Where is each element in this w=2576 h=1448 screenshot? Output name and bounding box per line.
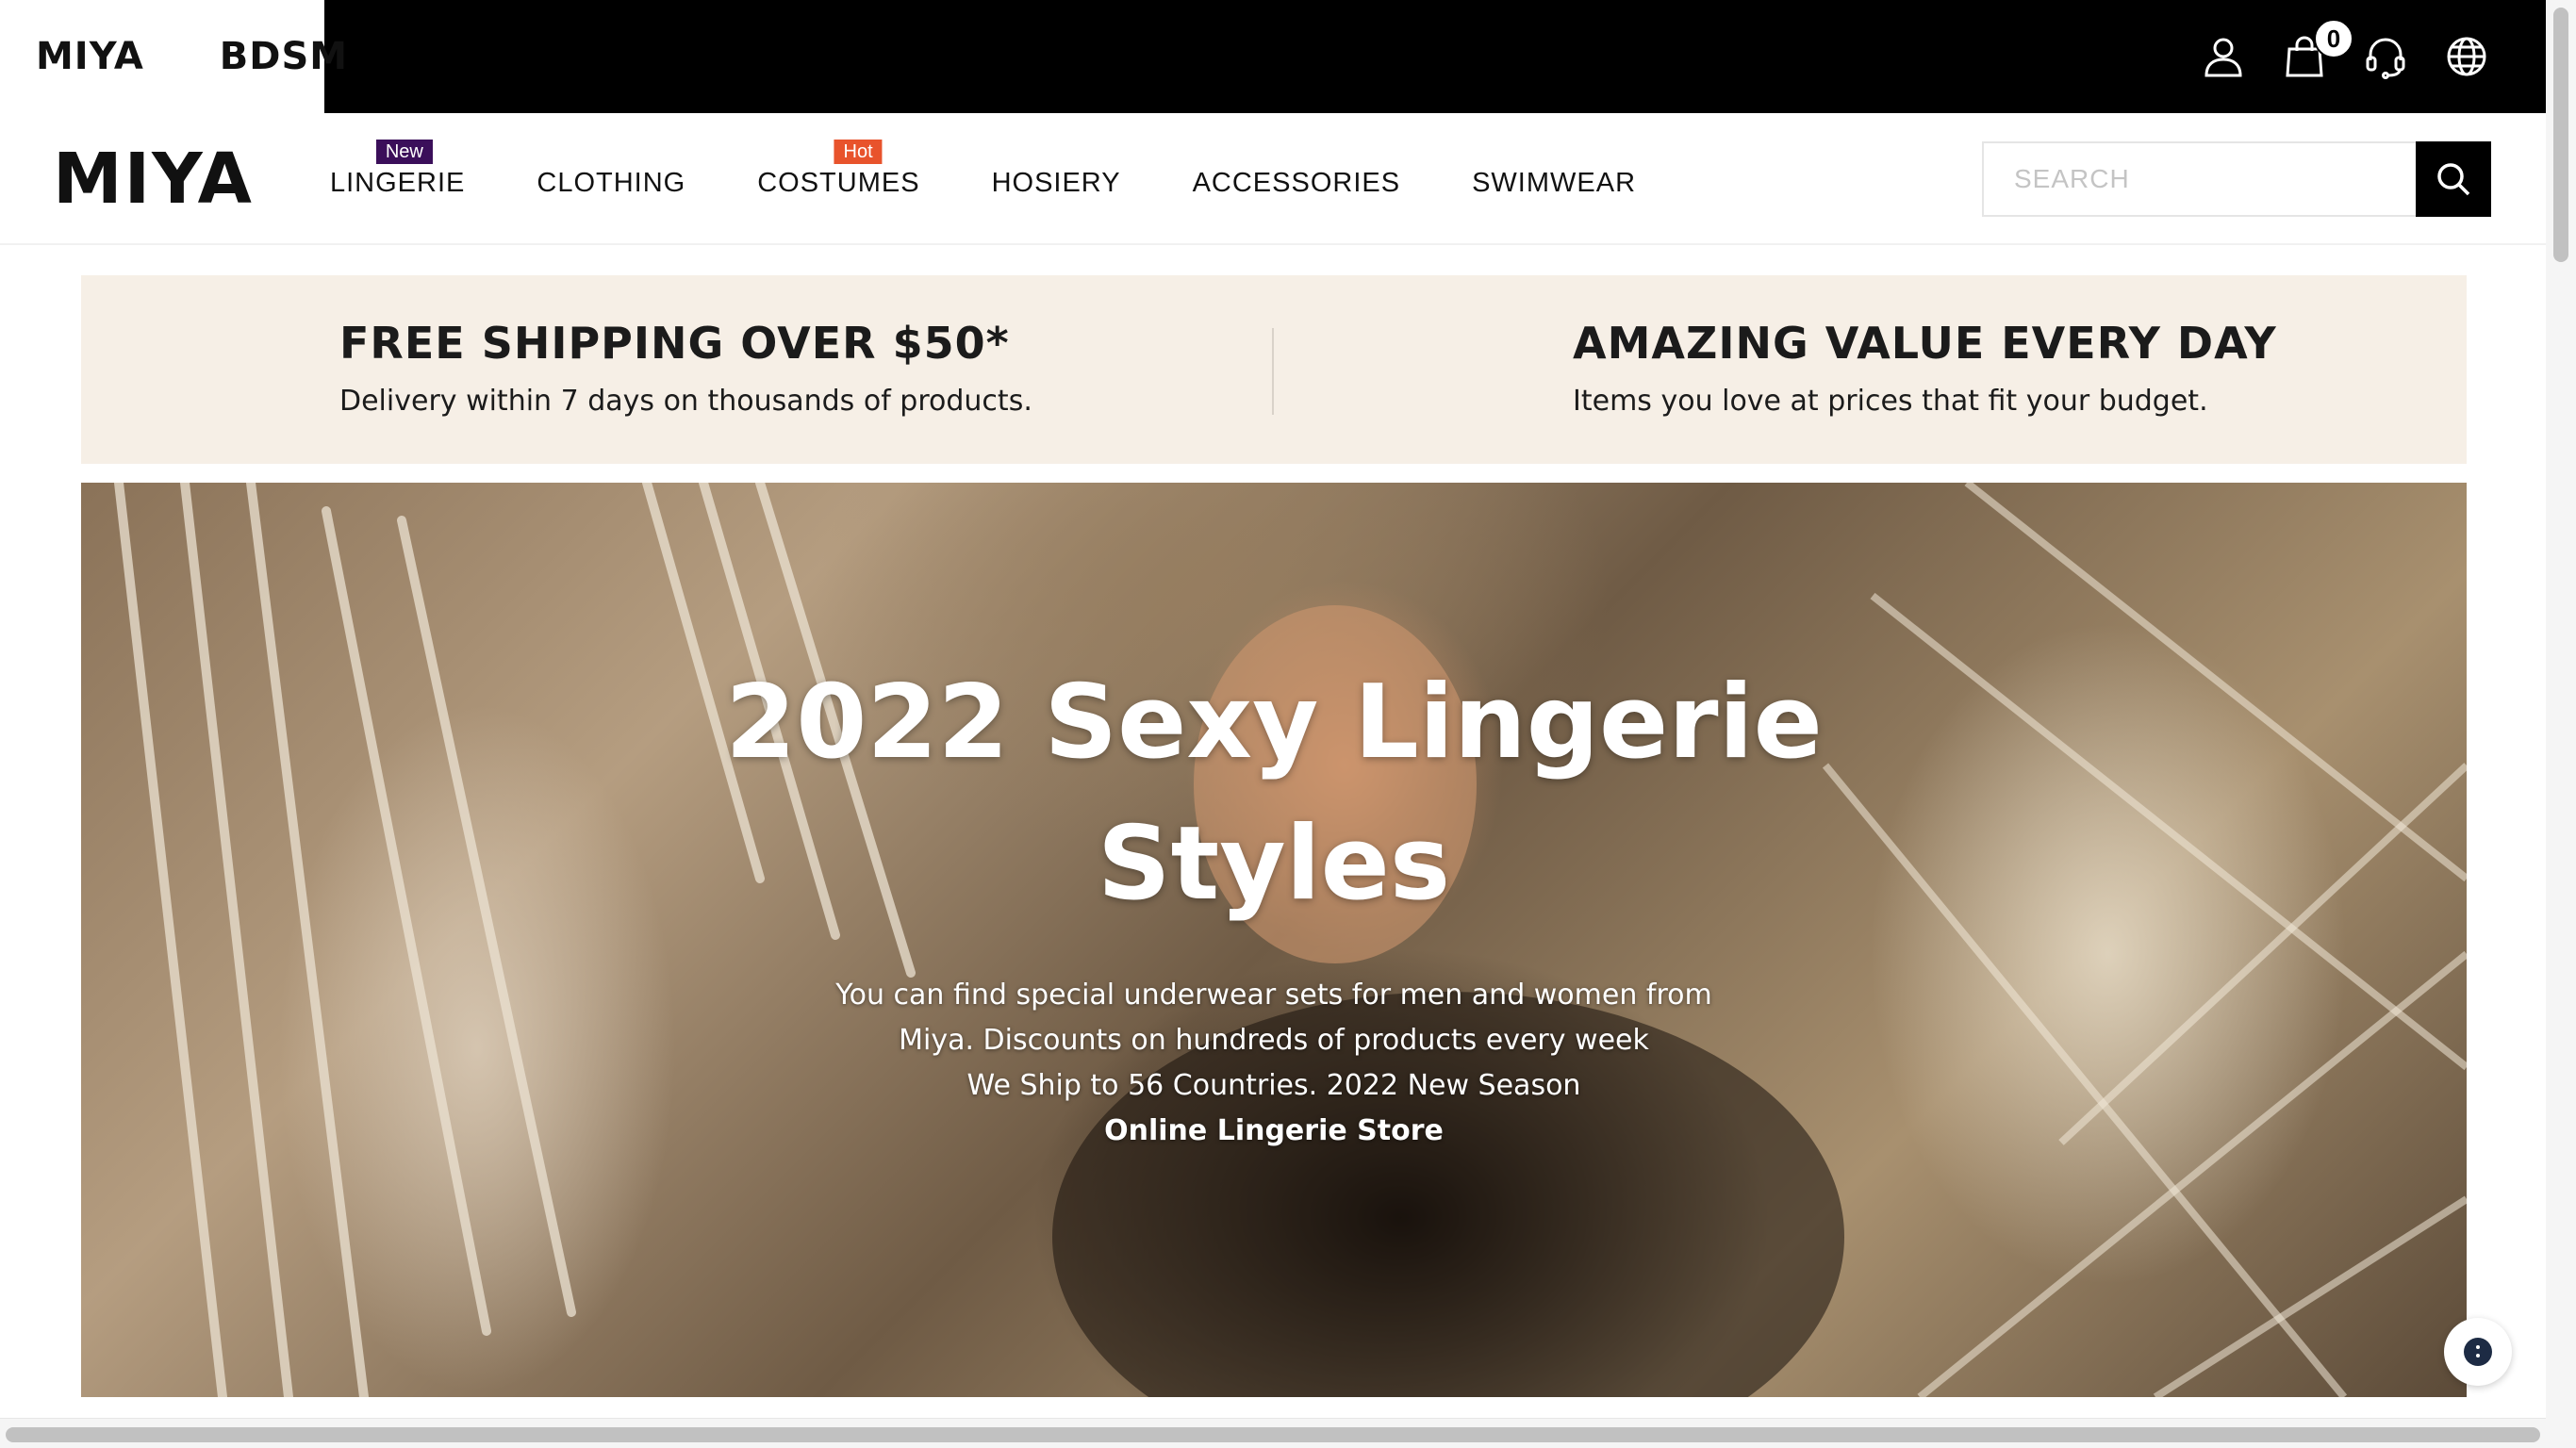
hero-line: You can find special underwear sets for …: [835, 979, 1712, 1012]
hot-badge: Hot: [834, 139, 883, 164]
store-switcher: MIYA BDSM: [0, 0, 347, 113]
search-icon: [2437, 163, 2470, 196]
globe-icon[interactable]: [2444, 34, 2489, 79]
nav-item-label: LINGERIE: [330, 167, 466, 198]
promo-subtitle: Delivery within 7 days on thousands of p…: [339, 385, 1032, 418]
horizontal-scroll-thumb[interactable]: [6, 1427, 2540, 1442]
search-button[interactable]: [2416, 141, 2491, 217]
promo-free-shipping: FREE SHIPPING OVER $50* Delivery within …: [339, 317, 1032, 418]
horizontal-scrollbar[interactable]: [0, 1418, 2546, 1448]
promo-subtitle: Items you love at prices that fit your b…: [1573, 385, 2208, 418]
nav-item-hosiery[interactable]: HOSIERY: [992, 160, 1121, 199]
store-tab-miya[interactable]: MIYA: [36, 35, 144, 78]
promo-amazing-value: AMAZING VALUE EVERY DAY Items you love a…: [1573, 317, 2277, 418]
site-logo[interactable]: MIYA: [53, 141, 254, 217]
info-icon: [2464, 1338, 2492, 1366]
nav-item-clothing[interactable]: CLOTHING: [537, 160, 685, 199]
nav-item-lingerie[interactable]: New LINGERIE: [330, 139, 466, 199]
user-icon[interactable]: [2201, 34, 2246, 79]
hero-title: 2022 Sexy Lingerie Styles: [725, 664, 1823, 923]
top-icons: 0: [2201, 0, 2489, 113]
hero-line: We Ship to 56 Countries. 2022 New Season: [966, 1069, 1581, 1102]
nav-item-swimwear[interactable]: SWIMWEAR: [1472, 160, 1636, 199]
promo-title: FREE SHIPPING OVER $50*: [339, 318, 1010, 369]
nav-item-label: COSTUMES: [757, 167, 920, 198]
cart-count-badge: 0: [2314, 19, 2353, 58]
nav-item-label: CLOTHING: [537, 167, 686, 198]
headset-icon[interactable]: [2363, 34, 2408, 79]
search-input[interactable]: [1982, 141, 2416, 217]
hero-content: 2022 Sexy Lingerie Styles You can find s…: [81, 652, 2467, 1154]
nav-item-label: ACCESSORIES: [1192, 167, 1401, 198]
accessibility-widget-button[interactable]: [2444, 1318, 2512, 1386]
main-header: MIYA New LINGERIE CLOTHING Hot COSTUMES …: [0, 113, 2546, 245]
new-badge: New: [375, 139, 433, 164]
store-tab-bdsm[interactable]: BDSM: [220, 35, 348, 78]
hero-description: You can find special underwear sets for …: [81, 973, 2467, 1109]
nav-item-label: SWIMWEAR: [1472, 167, 1637, 198]
hero-banner[interactable]: 2022 Sexy Lingerie Styles You can find s…: [81, 483, 2467, 1397]
hero-tagline: Online Lingerie Store: [1104, 1114, 1444, 1147]
promo-title: AMAZING VALUE EVERY DAY: [1573, 318, 2277, 369]
search-bar: [1982, 141, 2491, 217]
top-bar: MIYA BDSM 0: [0, 0, 2546, 113]
nav-item-accessories[interactable]: ACCESSORIES: [1193, 160, 1401, 199]
vertical-scroll-thumb[interactable]: [2553, 8, 2568, 262]
nav-item-costumes[interactable]: Hot COSTUMES: [757, 139, 920, 199]
promo-divider: [1272, 328, 1274, 415]
shopping-bag-icon[interactable]: 0: [2282, 19, 2353, 79]
main-nav: New LINGERIE CLOTHING Hot COSTUMES HOSIE…: [330, 113, 1708, 245]
hero-line: Miya. Discounts on hundreds of products …: [899, 1024, 1649, 1057]
promo-strip: FREE SHIPPING OVER $50* Delivery within …: [81, 275, 2467, 464]
nav-item-label: HOSIERY: [991, 167, 1121, 198]
vertical-scrollbar[interactable]: [2546, 0, 2576, 1448]
